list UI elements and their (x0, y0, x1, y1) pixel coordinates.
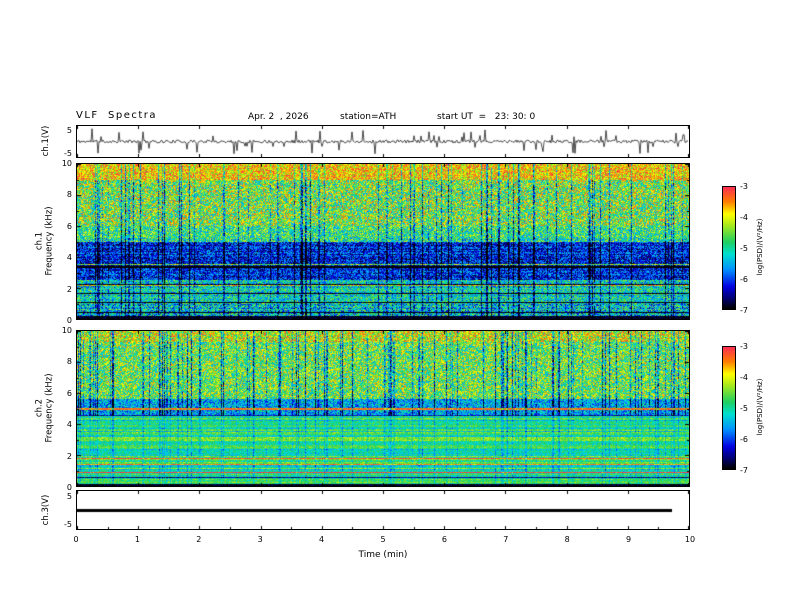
ch1-spectrogram-panel (76, 163, 690, 320)
ch3-waveform-canvas (77, 491, 689, 529)
x-tick-label: 3 (257, 535, 263, 544)
ch1-waveform-panel (76, 125, 690, 158)
colorbar-1-tick-label: -6 (740, 275, 748, 284)
ch2-colorbar (722, 346, 736, 470)
ch2-spectrogram-panel (76, 330, 690, 487)
spec2-y-tick-label: 6 (66, 388, 72, 398)
colorbar-1-tick-label: -5 (740, 244, 748, 253)
colorbar-2-tick-label: -5 (740, 404, 748, 413)
time-axis-label: Time (min) (358, 550, 408, 560)
ch1-colorbar (722, 186, 736, 310)
ch2-spectrogram-canvas (77, 331, 689, 486)
spec1-y-tick-label: 10 (61, 159, 72, 168)
ch2-axis-label-line2: Frequency (kHz) (44, 373, 55, 443)
colorbar-2-tick-label: -3 (740, 342, 748, 351)
x-tick-label: 0 (73, 535, 79, 544)
ch3-y-tick-label: -5 (64, 520, 72, 530)
x-tick-label: 7 (503, 535, 509, 544)
spec2-y-tick-label: 2 (66, 451, 72, 461)
ch3-y-tick-label: 5 (66, 491, 72, 501)
ch3-waveform-panel (76, 490, 690, 530)
ch1-colorbar-canvas (723, 187, 735, 309)
spec2-y-tick-label: 8 (66, 357, 72, 367)
ch2-axis-label-line1: ch.2 (34, 398, 45, 418)
x-tick-label: 10 (684, 535, 696, 544)
wave-y-tick-label: 5 (66, 125, 72, 135)
x-tick-label: 9 (626, 535, 632, 544)
header-start-ut: start UT = 23: 30: 0 (437, 112, 536, 122)
ch1-waveform-canvas (77, 126, 689, 157)
colorbar-2-tick-label: -7 (740, 466, 748, 475)
figure-title: VLF Spectra (76, 110, 158, 121)
x-tick-label: 4 (319, 535, 325, 544)
ch2-frequency-axis-label: ch.2 Frequency (kHz) (35, 330, 55, 487)
spec1-y-tick-label: 2 (66, 284, 72, 294)
ch1-axis-label-line2: Frequency (kHz) (44, 206, 55, 276)
spec2-y-tick-label: 0 (66, 483, 72, 492)
ch1-axis-label-line1: ch.1 (34, 231, 45, 251)
ch1-spectrogram-canvas (77, 164, 689, 319)
ch2-colorbar-canvas (723, 347, 735, 469)
x-tick-label: 6 (441, 535, 447, 544)
colorbar-1-tick-label: -4 (740, 213, 748, 222)
x-tick-label: 1 (134, 535, 140, 544)
spec1-y-tick-label: 8 (66, 190, 72, 200)
colorbar-2-tick-label: -4 (740, 373, 748, 382)
header-date: Apr. 2 , 2026 (248, 112, 309, 122)
ch3-voltage-axis-label: ch.3(V) (41, 494, 51, 526)
x-tick-label: 5 (380, 535, 386, 544)
wave-y-tick-label: -5 (64, 149, 72, 159)
colorbar-1-tick-label: -3 (740, 182, 748, 191)
header-station: station=ATH (340, 112, 397, 122)
spec1-y-tick-label: 4 (66, 253, 72, 263)
spec2-y-tick-label: 10 (61, 326, 72, 335)
colorbar-2-tick-label: -6 (740, 435, 748, 444)
vlf-spectra-figure: VLF Spectra Apr. 2 , 2026 station=ATH st… (0, 0, 792, 612)
x-tick-label: 8 (564, 535, 570, 544)
ch1-frequency-axis-label: ch.1 Frequency (kHz) (35, 163, 55, 320)
spec2-y-tick-label: 4 (66, 420, 72, 430)
colorbar-1-tick-label: -7 (740, 306, 748, 315)
x-tick-label: 2 (196, 535, 202, 544)
spec1-y-tick-label: 6 (66, 221, 72, 231)
spec1-y-tick-label: 0 (66, 316, 72, 325)
